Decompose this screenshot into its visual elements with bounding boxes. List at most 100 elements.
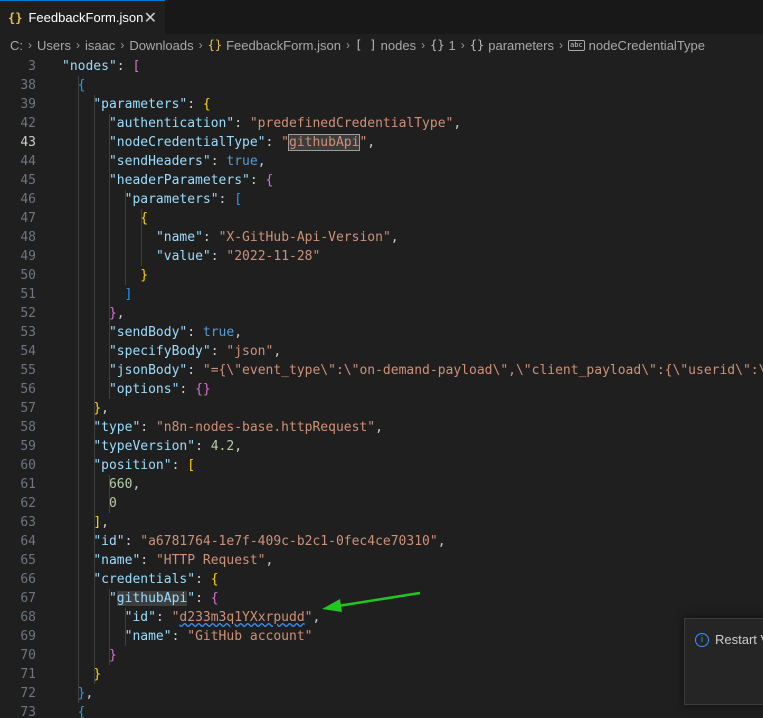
code-token: ] (124, 287, 133, 302)
code-text: "jsonBody": "={\"event_type\":\"on-deman… (109, 361, 763, 380)
breadcrumb: C: › Users › isaac › Downloads ›{} FeedbackForm.… (0, 34, 763, 56)
code-token: "HTTP Request" (155, 553, 266, 568)
code-line[interactable]: 70} (0, 646, 763, 665)
code-token: : (187, 325, 203, 340)
code-line[interactable]: 39 "parameters": { (0, 95, 763, 114)
restart-notification[interactable]: i Restart V (684, 618, 763, 705)
line-number: 65 (20, 553, 36, 568)
code-token: { (265, 173, 274, 188)
line-number: 50 (20, 268, 36, 283)
code-token: : (155, 610, 172, 625)
chevron-right-icon: › (460, 38, 465, 52)
breadcrumb-item[interactable]: C: (10, 38, 23, 53)
line-number: 71 (20, 667, 36, 682)
line-number: 47 (20, 211, 36, 226)
code-token: : (234, 116, 250, 131)
code-token: "nodes" (62, 59, 117, 74)
code-line[interactable]: 67 "githubApi": { (0, 589, 763, 608)
code-token: , (85, 686, 94, 701)
code-token: : (210, 344, 227, 359)
breadcrumb-item[interactable]: abc nodeCredentialType (567, 38, 705, 53)
code-line[interactable]: 56 "options": {} (0, 380, 763, 399)
code-line[interactable]: 48 "name": "X-GitHub-Api-Version", (0, 228, 763, 247)
code-line[interactable]: 49 "value": "2022-11-28" (0, 247, 763, 266)
code-line[interactable]: 60 "position": [ (0, 456, 763, 475)
line-number: 62 (20, 496, 36, 511)
code-line[interactable]: 62 0 (0, 494, 763, 513)
code-line[interactable]: 3 "nodes": [ (0, 57, 763, 76)
array-symbol-icon: [ ] (354, 38, 377, 52)
code-token: : (171, 458, 188, 473)
code-token: { (210, 591, 219, 606)
breadcrumb-item[interactable]: {} 1 (430, 38, 456, 53)
code-token: "parameters" (124, 192, 219, 207)
code-token: } (140, 268, 149, 283)
code-line[interactable]: 54 "specifyBody": "json", (0, 342, 763, 361)
code-line[interactable]: 46 "parameters": [ (0, 190, 763, 209)
breadcrumb-item[interactable]: {} FeedbackForm.json (208, 38, 341, 53)
code-token: "sendHeaders" (108, 154, 211, 169)
indent-guide (78, 76, 79, 703)
code-line[interactable]: 66 "credentials": { (0, 570, 763, 589)
indent-guide (94, 95, 95, 684)
object-symbol-icon: {} (430, 38, 445, 52)
string-symbol-icon: abc (567, 39, 585, 51)
code-line[interactable]: 47{ (0, 209, 763, 228)
code-token: "value" (155, 249, 211, 264)
breadcrumb-item[interactable]: {} parameters (470, 38, 554, 53)
code-line[interactable]: 53 "sendBody": true, (0, 323, 763, 342)
code-token: d233m3q1YXxrpudd (179, 610, 305, 625)
code-line[interactable]: 51] (0, 285, 763, 304)
code-line[interactable]: 38{ (0, 76, 763, 95)
code-text: "nodeCredentialType": "githubApi", (109, 133, 375, 152)
code-line[interactable]: 69 "name": "GitHub account" (0, 627, 763, 646)
code-line[interactable]: 55 "jsonBody": "={\"event_type\":\"on-dem… (0, 361, 763, 380)
breadcrumb-item[interactable]: Downloads (129, 38, 193, 53)
code-line[interactable]: 63], (0, 513, 763, 532)
code-line[interactable]: 45 "headerParameters": { (0, 171, 763, 190)
line-number: 63 (20, 515, 36, 530)
tab-feedbackform-json[interactable]: {} FeedbackForm.json ✕ (0, 0, 165, 34)
code-token: true (226, 154, 258, 169)
code-token: "name" (93, 553, 141, 568)
line-number: 59 (20, 439, 36, 454)
code-editor[interactable]: 3 "nodes": [38{39 "parameters": {42 "authen… (0, 57, 763, 718)
code-line[interactable]: 71} (0, 665, 763, 684)
code-line[interactable]: 50} (0, 266, 763, 285)
code-line[interactable]: 58 "type": "n8n-nodes-base.httpRequest", (0, 418, 763, 437)
code-token: {} (195, 382, 211, 397)
code-line[interactable]: 52}, (0, 304, 763, 323)
code-line[interactable]: 44 "sendHeaders": true, (0, 152, 763, 171)
code-token: githubApi (287, 134, 361, 151)
code-text: }, (93, 399, 109, 418)
indent-guide (141, 209, 142, 266)
code-line[interactable]: 59 "typeVersion": 4.2, (0, 437, 763, 456)
chevron-right-icon: › (120, 38, 125, 52)
breadcrumb-label: C: (10, 37, 23, 53)
code-token: "parameters" (93, 97, 188, 112)
code-line[interactable]: 73 { (0, 703, 763, 718)
code-token: 660 (108, 477, 133, 492)
code-text: "nodes": [ (62, 57, 140, 76)
breadcrumb-label: Users (37, 37, 71, 53)
code-line[interactable]: 42 "authentication": "predefinedCredentia… (0, 114, 763, 133)
code-text: "sendHeaders": true, (109, 152, 266, 171)
code-line[interactable]: 57}, (0, 399, 763, 418)
breadcrumb-item[interactable]: isaac (85, 38, 115, 53)
code-line[interactable]: 61 660, (0, 475, 763, 494)
code-token: "GitHub account" (187, 629, 313, 644)
close-icon[interactable]: ✕ (144, 8, 157, 28)
code-token: { (77, 705, 86, 718)
code-line[interactable]: 43 "nodeCredentialType": "githubApi", (0, 133, 763, 152)
breadcrumb-item[interactable]: Users (37, 38, 71, 53)
code-line[interactable]: 64 "id": "a6781764-1e7f-409c-b2c1-0fec4ce… (0, 532, 763, 551)
code-line[interactable]: 68 "id": "d233m3q1YXxrpudd", (0, 608, 763, 627)
code-token: " (108, 591, 117, 606)
code-token: , (273, 344, 282, 359)
code-line[interactable]: 72}, (0, 684, 763, 703)
code-token: "nodeCredentialType" (108, 135, 266, 150)
breadcrumb-item[interactable]: [ ] nodes (355, 38, 416, 53)
line-number: 68 (20, 610, 36, 625)
code-line[interactable]: 65 "name": "HTTP Request", (0, 551, 763, 570)
breadcrumb-label: isaac (84, 37, 116, 53)
